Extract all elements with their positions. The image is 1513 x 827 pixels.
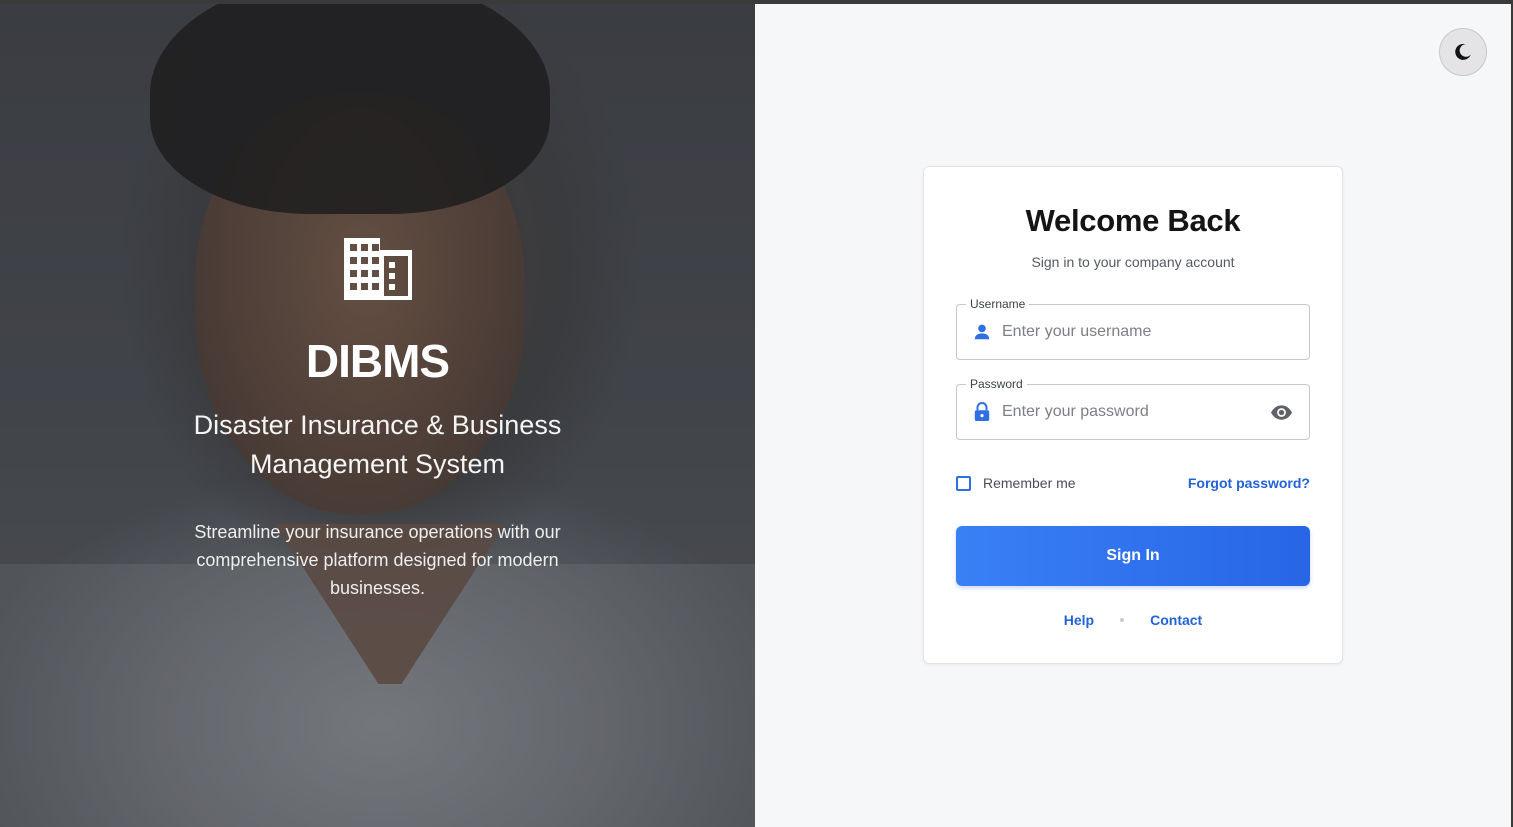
hero-content: DIBMS Disaster Insurance & Business Mana… bbox=[0, 238, 755, 602]
login-panel: Welcome Back Sign in to your company acc… bbox=[755, 4, 1511, 827]
password-label: Password bbox=[966, 377, 1027, 391]
separator-dot bbox=[1120, 618, 1125, 622]
password-field[interactable]: Password bbox=[956, 377, 1310, 440]
sign-in-button[interactable]: Sign In bbox=[956, 526, 1310, 586]
login-card: Welcome Back Sign in to your company acc… bbox=[923, 166, 1343, 664]
hero-panel: DIBMS Disaster Insurance & Business Mana… bbox=[0, 4, 755, 827]
checkbox-box[interactable] bbox=[956, 475, 971, 491]
footer-links: Help Contact bbox=[924, 612, 1342, 628]
lock-icon bbox=[972, 402, 992, 422]
options-row: Remember me Forgot password? bbox=[956, 474, 1310, 492]
brand-name: DIBMS bbox=[305, 335, 450, 387]
password-input[interactable] bbox=[1002, 385, 1269, 439]
user-icon bbox=[972, 322, 992, 342]
building-icon bbox=[343, 238, 412, 300]
help-link[interactable]: Help bbox=[1064, 612, 1094, 628]
moon-icon bbox=[1455, 43, 1471, 60]
remember-me-label: Remember me bbox=[983, 475, 1076, 491]
brand-description: Streamline your insurance operations wit… bbox=[194, 522, 561, 598]
remember-me-checkbox[interactable]: Remember me bbox=[956, 475, 1076, 491]
login-subtitle: Sign in to your company account bbox=[1031, 254, 1235, 270]
login-title: Welcome Back bbox=[1025, 203, 1241, 238]
theme-toggle-button[interactable] bbox=[1439, 28, 1487, 76]
eye-icon[interactable] bbox=[1269, 400, 1293, 424]
username-field[interactable]: Username bbox=[956, 297, 1310, 360]
brand-tagline: Disaster Insurance & Business Management… bbox=[193, 410, 562, 479]
app-frame: DIBMS Disaster Insurance & Business Mana… bbox=[0, 4, 1511, 827]
username-input[interactable] bbox=[1002, 305, 1309, 359]
username-label: Username bbox=[966, 297, 1030, 311]
contact-link[interactable]: Contact bbox=[1150, 612, 1202, 628]
forgot-password-link[interactable]: Forgot password? bbox=[1188, 475, 1310, 491]
